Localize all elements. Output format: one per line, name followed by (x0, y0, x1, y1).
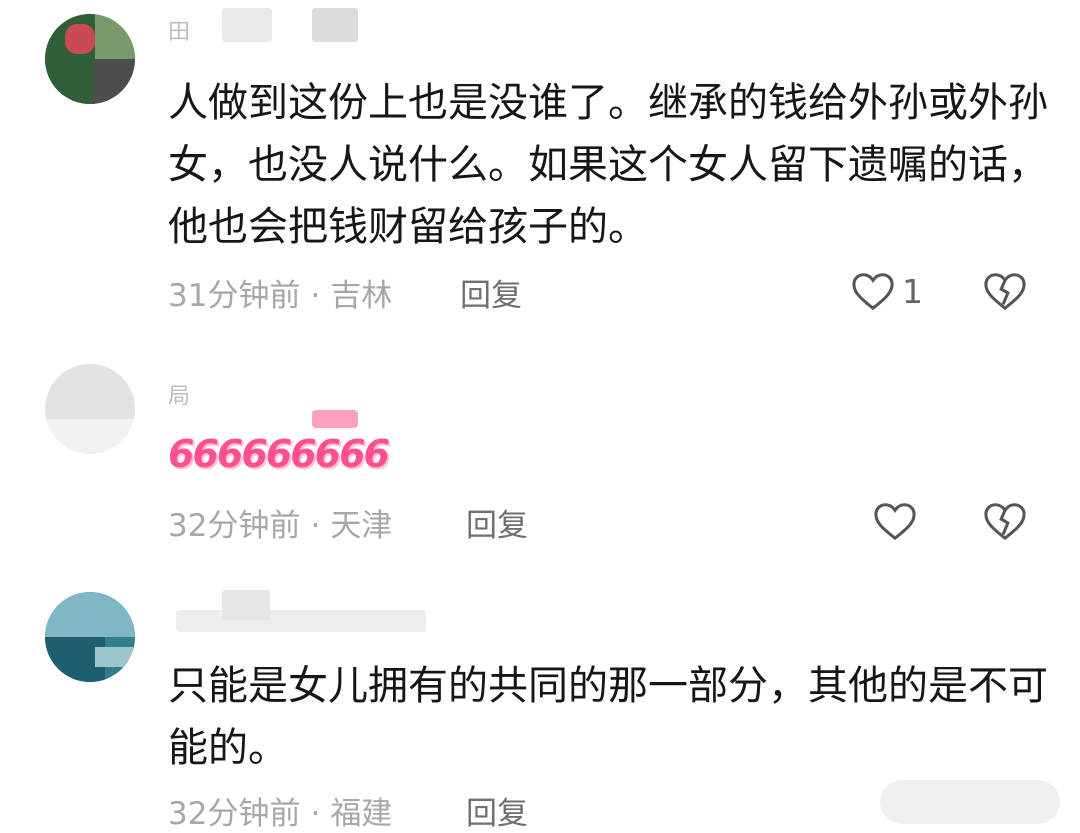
comment-time: 32分钟前 (168, 508, 301, 544)
heart-outline-icon (852, 273, 894, 311)
comment-time: 31分钟前 (168, 278, 301, 314)
reply-button[interactable]: 回复 (466, 500, 528, 545)
emoji-666: 666666666 (168, 432, 390, 476)
username[interactable]: 局 (168, 378, 194, 410)
reply-button[interactable]: 回复 (460, 270, 522, 315)
decorative-badge (312, 410, 358, 428)
watermark (880, 780, 1060, 824)
broken-heart-icon[interactable] (982, 500, 1028, 542)
username[interactable]: 田 (168, 14, 194, 46)
username-blur (312, 8, 358, 42)
avatar[interactable] (45, 14, 135, 104)
heart-outline-icon (874, 503, 916, 541)
comment-meta: 32分钟前 · 天津 (168, 500, 392, 545)
username-blur (222, 8, 272, 42)
avatar[interactable] (45, 592, 135, 682)
comment-meta: 32分钟前 · 福建 (168, 788, 392, 833)
comment-meta: 31分钟前 · 吉林 (168, 270, 392, 315)
reply-button[interactable]: 回复 (466, 788, 528, 833)
avatar[interactable] (45, 364, 135, 454)
meta-separator: · (310, 278, 321, 314)
comment-location: 福建 (330, 796, 393, 832)
comment-text: 只能是女儿拥有的共同的那一部分，其他的是不可能的。 (168, 663, 1048, 771)
like-count: 1 (902, 271, 923, 311)
like-button[interactable] (872, 500, 918, 542)
comment-location: 吉林 (330, 278, 393, 314)
comment-time: 32分钟前 (168, 796, 301, 832)
comment-location: 天津 (330, 508, 393, 544)
username-blur (222, 590, 270, 620)
meta-separator: · (310, 508, 321, 544)
meta-separator: · (310, 796, 321, 832)
like-button[interactable]: 1 (850, 270, 923, 312)
broken-heart-icon[interactable] (982, 270, 1028, 312)
username-blur (176, 610, 426, 632)
comment-text: 人做到这份上也是没谁了。继承的钱给外孙或外孙女，也没人说什么。如果这个女人留下遗… (168, 80, 1048, 250)
